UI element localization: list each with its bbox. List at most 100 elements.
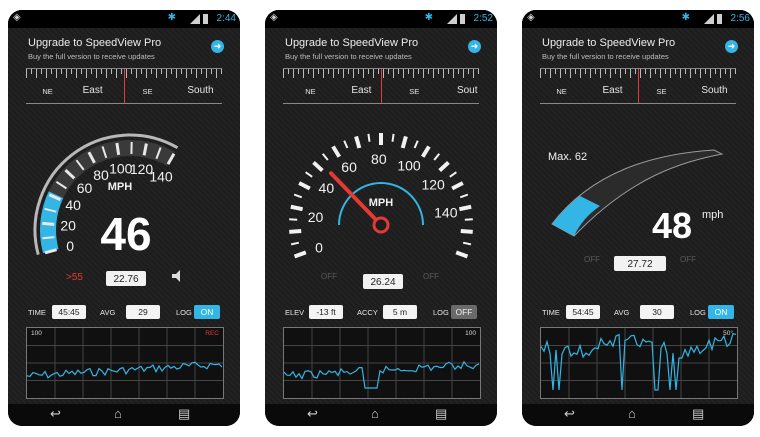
compass-tick (468, 69, 469, 74)
compass-tick (735, 69, 736, 74)
back-icon[interactable]: ↩ (564, 406, 575, 422)
log-toggle[interactable]: ON (194, 305, 220, 319)
control-row: ELEV -13 ft ACCY 5 m LOG OFF (265, 304, 497, 322)
compass-tick (620, 69, 621, 78)
gauge-tick (449, 171, 457, 178)
compass-tick (81, 69, 82, 74)
home-icon[interactable]: ⌂ (628, 406, 636, 421)
speed-graph: 100 REC (26, 327, 224, 399)
compass-tick (595, 69, 596, 74)
compass-tick (26, 69, 27, 78)
home-icon[interactable]: ⌂ (371, 406, 379, 421)
home-icon[interactable]: ⌂ (114, 406, 122, 421)
compass-tick (66, 69, 67, 78)
compass-label: South (701, 85, 728, 96)
compass-tick (635, 69, 636, 74)
control-label: LOG (176, 308, 192, 317)
upgrade-title[interactable]: Upgrade to SpeedView Pro (542, 37, 675, 49)
gauge-tick (343, 140, 349, 149)
app-screen: ◈ ✱ 2:56 Upgrade to SpeedView Pro Buy th… (522, 10, 754, 404)
bluetooth-icon: ✱ (167, 12, 176, 23)
compass-tick (695, 69, 696, 74)
compass-tick (625, 69, 626, 74)
off-label-left: OFF (321, 272, 337, 281)
compass-tick (448, 69, 449, 74)
compass-tick (680, 69, 681, 78)
gauge-tick (293, 250, 307, 259)
gauge-tick-label: 40 (319, 180, 335, 196)
control-label: ACCY (357, 308, 378, 317)
compass-tick (293, 69, 294, 78)
gauge-tick (460, 228, 473, 234)
gauge-tick-label: 140 (149, 168, 173, 184)
back-icon[interactable]: ↩ (307, 406, 318, 422)
compass-label: SE (409, 87, 420, 96)
compass-tick (665, 69, 666, 74)
compass-tick (720, 69, 721, 78)
compass-tick (166, 69, 167, 78)
log-toggle[interactable]: OFF (451, 305, 477, 319)
compass-tick (91, 69, 92, 74)
compass-tick (670, 69, 671, 78)
compass-tick (540, 69, 541, 78)
log-toggle[interactable]: ON (708, 305, 734, 319)
recent-apps-icon[interactable]: ▤ (435, 406, 447, 422)
arrow-right-icon[interactable]: ➜ (725, 40, 738, 53)
compass-tick (645, 69, 646, 74)
compass-tick (575, 69, 576, 74)
compass-tick (373, 69, 374, 78)
compass-tick (308, 69, 309, 74)
compass-tick (96, 69, 97, 78)
recent-apps-icon[interactable]: ▤ (178, 406, 190, 422)
signal-icon (190, 14, 200, 24)
gauge-tick-label: 80 (93, 167, 109, 183)
compass-tick (640, 69, 641, 78)
control-label: TIME (28, 308, 46, 317)
upgrade-title[interactable]: Upgrade to SpeedView Pro (285, 37, 418, 49)
compass-tick (71, 69, 72, 74)
compass-tick (181, 69, 182, 74)
compass-tick (136, 69, 137, 78)
gauge-tick (438, 160, 450, 173)
compass-label: Sout (456, 85, 478, 96)
gauge-tick-label: 140 (434, 205, 458, 221)
compass-tick (318, 69, 319, 74)
compass-tick (176, 69, 177, 78)
compass-tick (615, 69, 616, 74)
compass-tick (358, 69, 359, 74)
compass-tick (348, 69, 349, 74)
upgrade-subtitle: Buy the full version to receive updates (28, 52, 155, 61)
android-icon: ◈ (270, 12, 278, 23)
compass-tick (121, 69, 122, 74)
graph-right-label: REC (205, 330, 219, 337)
compass-tick (206, 69, 207, 78)
gauge-tick-label: 100 (397, 157, 421, 173)
compass-tick (715, 69, 716, 74)
compass-tick (393, 69, 394, 78)
compass-tick (141, 69, 142, 74)
back-icon[interactable]: ↩ (50, 406, 61, 422)
gauge-tick (289, 228, 302, 234)
compass-tick (156, 69, 157, 78)
compass-tick (418, 69, 419, 74)
compass-label: NE (556, 87, 567, 96)
signal-icon (447, 14, 457, 24)
compass-tick (585, 69, 586, 74)
control-label: ELEV (285, 308, 305, 317)
bluetooth-icon: ✱ (424, 12, 433, 23)
compass-tick (101, 69, 102, 74)
compass-tick (76, 69, 77, 78)
arrow-right-icon[interactable]: ➜ (211, 40, 224, 53)
gauge-tick (459, 193, 469, 199)
graph-right-label: 50° (723, 330, 733, 337)
compass-tick (458, 69, 459, 74)
compass-strip: NE East SE South (540, 68, 736, 104)
upgrade-title[interactable]: Upgrade to SpeedView Pro (28, 37, 161, 49)
speedometer-gauge: 0 20 40 60 80 100120 140 MPH OFF OFF 26.24 (289, 133, 473, 289)
compass-tick (298, 69, 299, 74)
arrow-right-icon[interactable]: ➜ (468, 40, 481, 53)
speaker-icon[interactable] (172, 270, 180, 282)
compass-tick (333, 69, 334, 78)
recent-apps-icon[interactable]: ▤ (692, 406, 704, 422)
battery-icon (460, 14, 465, 24)
